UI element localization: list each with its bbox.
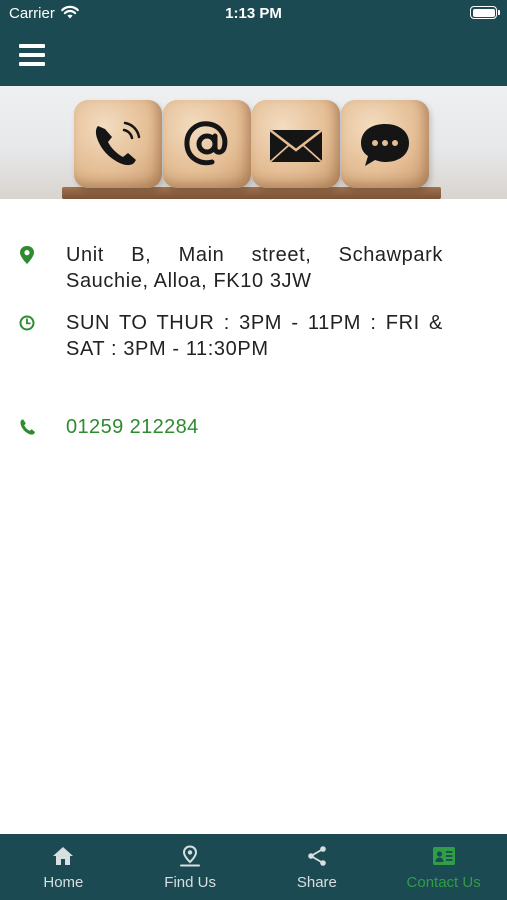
address-text: Unit B, Main street, Schawpark Sauchie, … bbox=[66, 244, 443, 292]
phone-number-link[interactable]: 01259 212284 bbox=[66, 414, 443, 440]
share-icon bbox=[308, 846, 326, 866]
wooden-shelf bbox=[62, 187, 441, 199]
contact-card-icon bbox=[432, 847, 455, 865]
map-pin-icon bbox=[180, 845, 201, 867]
phone-icon bbox=[20, 419, 35, 435]
tab-find-us-label: Find Us bbox=[164, 874, 216, 891]
chat-cube bbox=[341, 100, 429, 188]
at-sign-cube bbox=[163, 100, 251, 188]
phone-cube bbox=[74, 100, 162, 188]
tab-home[interactable]: Home bbox=[0, 834, 127, 900]
tab-contact-us[interactable]: Contact Us bbox=[380, 834, 507, 900]
status-time: 1:13 PM bbox=[225, 5, 282, 22]
battery-icon bbox=[470, 6, 500, 19]
envelope-icon bbox=[269, 129, 323, 163]
contact-banner-image bbox=[0, 86, 507, 199]
phone-icon bbox=[95, 121, 141, 166]
chat-bubble-icon bbox=[361, 124, 409, 166]
bottom-tab-bar: Home Find Us Share Contact Us bbox=[0, 834, 507, 900]
tab-find-us[interactable]: Find Us bbox=[127, 834, 254, 900]
tab-share[interactable]: Share bbox=[254, 834, 381, 900]
opening-hours-text: SUN TO THUR : 3PM - 11PM : FRI & SAT : 3… bbox=[66, 312, 443, 360]
at-sign-icon bbox=[184, 121, 228, 166]
clock-icon bbox=[19, 315, 35, 331]
top-app-bar: Carrier 1:13 PM bbox=[0, 0, 507, 86]
home-icon bbox=[53, 847, 74, 865]
envelope-cube bbox=[252, 100, 340, 188]
tab-home-label: Home bbox=[43, 874, 84, 891]
status-bar: Carrier 1:13 PM bbox=[0, 0, 507, 28]
hamburger-icon[interactable] bbox=[19, 44, 45, 66]
map-marker-icon bbox=[20, 246, 34, 264]
tab-share-label: Share bbox=[296, 874, 337, 891]
tab-contact-us-label: Contact Us bbox=[406, 874, 481, 891]
